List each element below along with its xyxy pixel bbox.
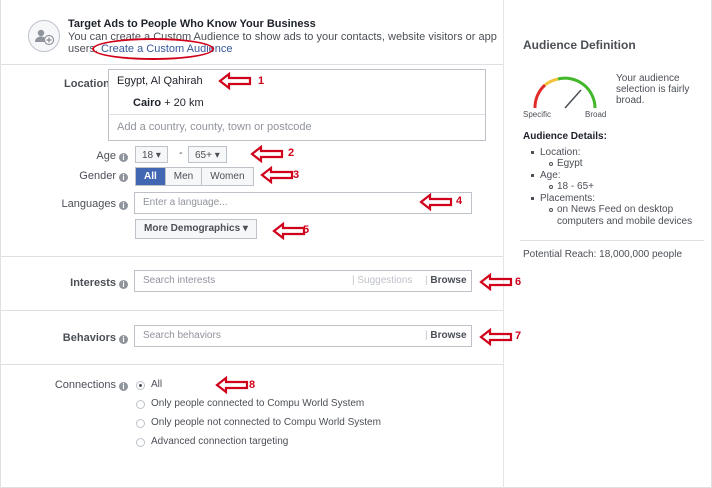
- info-icon[interactable]: i: [119, 335, 128, 344]
- languages-label: Languages i: [62, 198, 128, 210]
- connections-option-all[interactable]: All: [151, 379, 162, 390]
- more-demographics-button[interactable]: More Demographics ▾: [135, 219, 257, 239]
- age-label: Age i: [96, 150, 128, 162]
- connections-option-connected[interactable]: Only people connected to Compu World Sys…: [151, 398, 364, 409]
- connections-option-not-connected[interactable]: Only people not connected to Compu World…: [151, 417, 381, 428]
- location-city-name: Cairo: [133, 97, 162, 109]
- annotation-arrow-icon: [479, 328, 513, 346]
- potential-reach: Potential Reach: 18,000,000 people: [523, 249, 683, 260]
- gender-men[interactable]: Men: [166, 168, 203, 185]
- behaviors-browse[interactable]: | Browse: [425, 330, 467, 341]
- interests-suggestions[interactable]: | Suggestions: [352, 275, 412, 286]
- detail-age-label: Age:: [540, 170, 561, 181]
- detail-placements-label: Placements:: [540, 193, 596, 204]
- behaviors-input[interactable]: Search behaviors: [134, 325, 472, 347]
- annotation-arrow-icon: [260, 166, 294, 184]
- bullet: [531, 174, 534, 177]
- detail-age-value: 18 - 65+: [557, 181, 594, 192]
- annotation-number: 8: [249, 379, 256, 391]
- annotation-arrow-icon: [215, 376, 249, 394]
- connections-radio-not-connected[interactable]: [136, 419, 145, 428]
- detail-location-label: Location:: [540, 147, 581, 158]
- panel-divider: [503, 0, 504, 488]
- annotation-number: 2: [288, 147, 295, 159]
- annotation-arrow-icon: [479, 273, 513, 291]
- location-country: Egypt, Al Qahirah: [117, 75, 203, 87]
- location-city[interactable]: Cairo + 20 km: [133, 97, 204, 109]
- sub-bullet: [549, 162, 553, 166]
- bullet: [531, 151, 534, 154]
- annotation-number: 1: [258, 75, 265, 87]
- gauge-broad-label: Broad: [585, 110, 607, 119]
- connections-option-advanced[interactable]: Advanced connection targeting: [151, 436, 288, 447]
- location-radius: + 20 km: [164, 97, 204, 109]
- custom-audience-icon: [28, 20, 60, 52]
- gender-toggle[interactable]: All Men Women: [135, 167, 254, 186]
- annotation-number: 3: [293, 169, 300, 181]
- connections-label: Connections i: [55, 379, 128, 391]
- connections-radio-connected[interactable]: [136, 400, 145, 409]
- audience-definition-title: Audience Definition: [523, 38, 636, 52]
- interests-label: Interests i: [70, 277, 128, 289]
- detail-placements-value: on News Feed on desktop: [557, 204, 674, 215]
- gender-label: Gender i: [79, 170, 128, 182]
- detail-placements-value-2: computers and mobile devices: [557, 216, 693, 227]
- custom-audience-title: Target Ads to People Who Know Your Busin…: [68, 18, 316, 30]
- sub-bullet: [549, 208, 553, 212]
- gauge-specific-label: Specific: [523, 110, 552, 119]
- info-icon[interactable]: i: [119, 153, 128, 162]
- connections-radio-all[interactable]: [136, 381, 145, 390]
- info-icon[interactable]: i: [119, 201, 128, 210]
- gauge-description: Your audience selection is fairly broad.: [616, 73, 690, 106]
- annotation-arrow-icon: [419, 193, 453, 211]
- annotation-number: 7: [515, 330, 522, 342]
- audience-gauge-icon: [533, 76, 597, 109]
- bullet: [531, 197, 534, 200]
- annotation-arrow-icon: [218, 72, 252, 90]
- detail-location-value: Egypt: [557, 158, 583, 169]
- interests-browse[interactable]: | Browse: [425, 275, 467, 286]
- locations-box[interactable]: Egypt, Al Qahirah Cairo + 20 km Add a co…: [108, 69, 486, 141]
- location-input[interactable]: Add a country, county, town or postcode: [117, 121, 312, 133]
- info-icon[interactable]: i: [119, 382, 128, 391]
- info-icon[interactable]: i: [119, 173, 128, 182]
- gender-all[interactable]: All: [136, 168, 166, 185]
- behaviors-label: Behaviors i: [63, 332, 128, 344]
- annotation-arrow-icon: [272, 222, 306, 240]
- annotation-number: 4: [456, 195, 463, 207]
- age-dash: -: [179, 147, 183, 159]
- sub-bullet: [549, 185, 553, 189]
- annotation-arrow-icon: [250, 145, 284, 163]
- age-max-select[interactable]: 65+ ▾: [188, 146, 227, 163]
- info-icon[interactable]: i: [119, 280, 128, 289]
- interests-input[interactable]: Search interests: [134, 270, 472, 292]
- age-min-select[interactable]: 18 ▾: [135, 146, 168, 163]
- connections-radio-advanced[interactable]: [136, 438, 145, 447]
- annotation-number: 5: [303, 224, 310, 236]
- annotation-number: 6: [515, 276, 522, 288]
- highlight-oval: [92, 38, 214, 60]
- gender-women[interactable]: Women: [202, 168, 252, 185]
- audience-details-title: Audience Details:: [523, 131, 607, 142]
